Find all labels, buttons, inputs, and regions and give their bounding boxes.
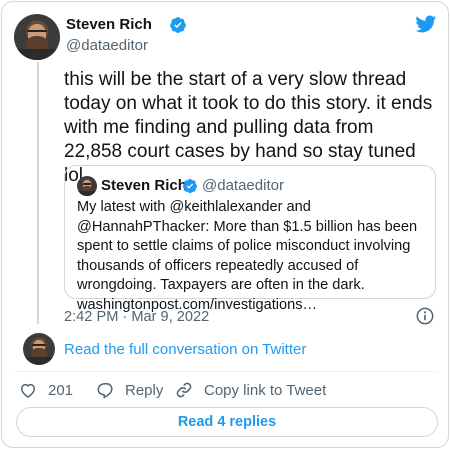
reply-bubble-icon	[97, 383, 113, 399]
read-replies-button[interactable]: Read 4 replies	[16, 407, 438, 437]
quoted-tweet[interactable]: Steven Rich @dataeditor My latest with @…	[64, 165, 436, 313]
like-button[interactable]: 201	[18, 380, 73, 400]
twitter-bird-icon[interactable]	[413, 13, 438, 35]
quoted-author-avatar	[77, 176, 97, 196]
quoted-author-handle: @dataeditor	[202, 177, 284, 194]
divider	[14, 371, 438, 372]
author-avatar[interactable]	[14, 14, 60, 60]
info-icon[interactable]	[415, 306, 435, 326]
read-conversation-link[interactable]: Read the full conversation on Twitter	[64, 341, 306, 358]
link-icon	[176, 382, 192, 398]
verified-badge-icon	[183, 179, 197, 194]
verified-badge-icon	[170, 17, 186, 33]
tweet-embed-card: Steven Rich @dataeditor this will be the…	[1, 1, 449, 448]
reply-button[interactable]: Reply	[95, 380, 163, 400]
thread-connector-line	[37, 62, 39, 324]
tweet-timestamp[interactable]: 2:42 PM · Mar 9, 2022	[64, 309, 209, 325]
copy-link-label: Copy link to Tweet	[204, 381, 327, 399]
author-handle[interactable]: @dataeditor	[66, 37, 148, 54]
quoted-author-name: Steven Rich	[101, 177, 187, 194]
copy-link-button[interactable]: Copy link to Tweet	[174, 380, 326, 400]
heart-icon	[21, 383, 35, 398]
reply-label: Reply	[125, 381, 164, 399]
author-name[interactable]: Steven Rich	[66, 16, 152, 33]
conversation-avatar	[23, 333, 55, 365]
quoted-tweet-text: My latest with @keithlalexander and @Han…	[77, 199, 418, 313]
like-count: 201	[48, 381, 74, 399]
